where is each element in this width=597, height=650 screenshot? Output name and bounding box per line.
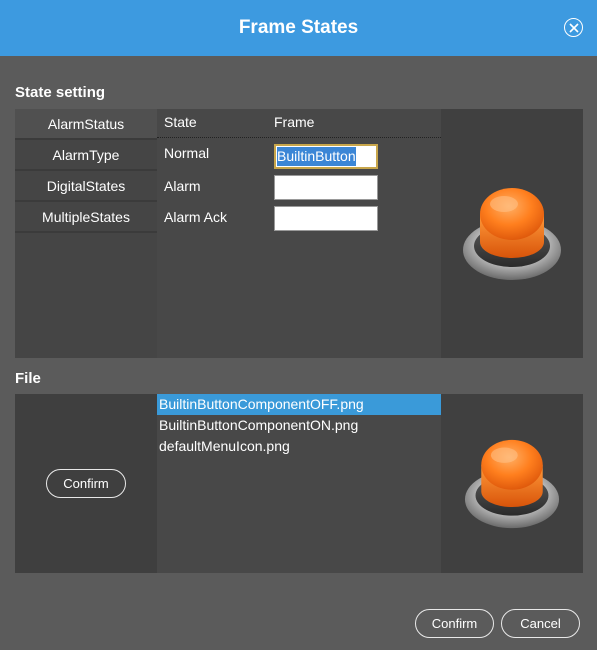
category-item-multiplestates[interactable]: MultipleStates [15, 202, 157, 233]
close-icon[interactable] [564, 18, 583, 37]
frame-field-normal[interactable]: BuiltinButton [274, 144, 378, 169]
orange-push-button-icon [463, 187, 561, 280]
orange-push-button-icon [464, 439, 560, 528]
header-divider [157, 137, 441, 138]
title-bar: Frame States [0, 0, 597, 56]
state-setting-panel: AlarmStatus AlarmType DigitalStates Mult… [15, 109, 583, 358]
file-item[interactable]: BuiltinButtonComponentOFF.png [157, 394, 441, 415]
state-column-header: State [164, 114, 197, 130]
frame-field-alarm[interactable] [274, 175, 378, 200]
state-label-normal: Normal [164, 145, 210, 161]
cancel-button[interactable]: Cancel [501, 609, 580, 638]
file-actions: Confirm [15, 394, 157, 573]
file-list: BuiltinButtonComponentOFF.png BuiltinBut… [157, 394, 441, 573]
state-label-alarm-ack: Alarm Ack [164, 209, 228, 225]
state-setting-label: State setting [15, 84, 106, 101]
category-item-alarmstatus[interactable]: AlarmStatus [15, 109, 157, 140]
frame-field-normal-value: BuiltinButton [277, 147, 356, 166]
confirm-button[interactable]: Confirm [415, 609, 494, 638]
state-frame-table: State Frame Normal BuiltinButton Alarm A… [157, 109, 441, 358]
file-item[interactable]: BuiltinButtonComponentON.png [157, 415, 441, 436]
file-item[interactable]: defaultMenuIcon.png [157, 436, 441, 457]
frame-field-alarm-ack[interactable] [274, 206, 378, 231]
category-item-digitalstates[interactable]: DigitalStates [15, 171, 157, 202]
file-panel: Confirm BuiltinButtonComponentOFF.png Bu… [15, 394, 583, 573]
dialog-title: Frame States [238, 17, 359, 38]
frame-column-header: Frame [274, 114, 315, 130]
file-confirm-button[interactable]: Confirm [46, 469, 126, 498]
file-preview [441, 394, 583, 573]
file-label: File [15, 370, 41, 387]
category-item-alarmtype[interactable]: AlarmType [15, 140, 157, 171]
state-label-alarm: Alarm [164, 178, 201, 194]
state-preview [441, 109, 583, 358]
category-list: AlarmStatus AlarmType DigitalStates Mult… [15, 109, 157, 358]
